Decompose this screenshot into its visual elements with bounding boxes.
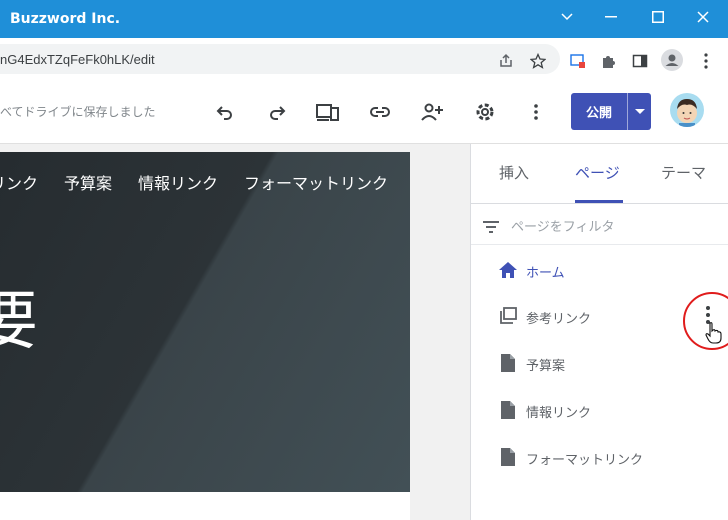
- banner-background: [0, 152, 410, 492]
- url-field[interactable]: nG4EdxTZqFeFk0hLK/edit: [0, 44, 560, 74]
- nav-item[interactable]: リンク: [0, 170, 38, 194]
- more-vert-icon[interactable]: [522, 98, 550, 126]
- profile-icon[interactable]: [658, 46, 686, 74]
- puzzle-icon[interactable]: [594, 47, 622, 75]
- add-user-icon[interactable]: [418, 98, 446, 126]
- page-item-label: 情報リンク: [526, 406, 592, 421]
- chevron-down-icon[interactable]: [554, 6, 580, 28]
- filter-icon: [483, 218, 499, 237]
- hand-cursor-icon: [705, 322, 723, 348]
- home-icon: [497, 259, 519, 281]
- page-icon: [497, 446, 519, 468]
- page-item-format-links[interactable]: フォーマットリンク: [471, 438, 728, 478]
- preview-devices-icon[interactable]: [314, 98, 342, 126]
- window-title: Buzzword Inc.: [10, 11, 121, 27]
- tab-themes[interactable]: テーマ: [661, 162, 706, 183]
- page-group-icon: [497, 305, 519, 327]
- undo-icon[interactable]: [211, 98, 239, 126]
- settings-icon[interactable]: [471, 98, 499, 126]
- publish-dropdown-icon[interactable]: [627, 93, 651, 130]
- redo-icon[interactable]: [263, 98, 291, 126]
- sites-toolbar: べてドライブに保存しました 公開: [0, 81, 728, 144]
- page-title[interactable]: 要: [0, 270, 38, 362]
- page-body[interactable]: [0, 492, 410, 520]
- header-banner[interactable]: リンク 予算案 情報リンク フォーマットリンク 要: [0, 152, 410, 492]
- star-icon[interactable]: [524, 47, 552, 75]
- editor-canvas: リンク 予算案 情報リンク フォーマットリンク 要: [0, 144, 470, 520]
- filter-input[interactable]: ページをフィルタ: [511, 216, 614, 235]
- site-navigation: リンク 予算案 情報リンク フォーマットリンク: [0, 170, 388, 194]
- sidepanel-icon[interactable]: [626, 47, 654, 75]
- page-item-budget[interactable]: 予算案: [471, 344, 728, 384]
- page-item-label: 予算案: [526, 359, 566, 374]
- page-icon: [497, 352, 519, 374]
- tab-insert[interactable]: 挿入: [499, 162, 529, 183]
- tab-pages[interactable]: ページ: [575, 162, 620, 183]
- nav-item[interactable]: フォーマットリンク: [244, 170, 388, 194]
- panel-tabs: 挿入 ページ テーマ: [471, 144, 728, 204]
- maximize-icon[interactable]: [645, 6, 671, 28]
- close-icon[interactable]: [690, 6, 716, 28]
- active-tab-indicator: [575, 200, 623, 203]
- page-item-home[interactable]: ホーム: [471, 251, 728, 291]
- kebab-menu-icon[interactable]: [692, 47, 720, 75]
- share-icon[interactable]: [492, 47, 520, 75]
- save-status-text: べてドライブに保存しました: [0, 105, 156, 119]
- publish-button[interactable]: 公開: [571, 93, 651, 130]
- link-icon[interactable]: [366, 98, 394, 126]
- window-titlebar: Buzzword Inc.: [0, 0, 728, 38]
- nav-item[interactable]: 情報リンク: [138, 170, 218, 194]
- browser-address-bar: nG4EdxTZqFeFk0hLK/edit: [0, 38, 728, 82]
- avatar[interactable]: [670, 93, 704, 127]
- page-item-label: 参考リンク: [526, 312, 592, 327]
- nav-item[interactable]: 予算案: [64, 170, 112, 194]
- publish-label[interactable]: 公開: [571, 93, 627, 130]
- url-text[interactable]: nG4EdxTZqFeFk0hLK/edit: [0, 52, 155, 67]
- extension-badge-icon[interactable]: [564, 47, 592, 75]
- page-item-info-links[interactable]: 情報リンク: [471, 391, 728, 431]
- page-item-label: ホーム: [526, 266, 565, 281]
- page-filter[interactable]: ページをフィルタ: [471, 204, 728, 245]
- minimize-icon[interactable]: [598, 6, 624, 28]
- page-item-label: フォーマットリンク: [526, 453, 644, 468]
- page-icon: [497, 399, 519, 421]
